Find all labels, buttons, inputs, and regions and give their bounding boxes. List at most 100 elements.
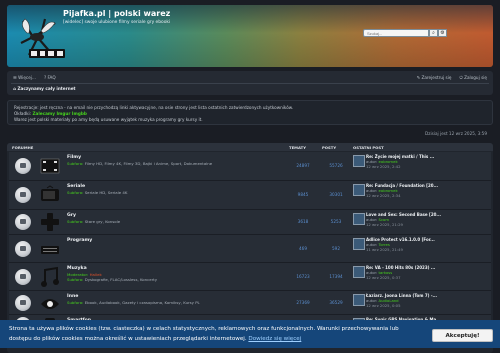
nav-more[interactable]: ☰ Więcej... xyxy=(13,75,36,80)
topics-count: 24897 xyxy=(296,163,310,168)
forum-read-icon xyxy=(15,295,31,311)
col-forum: FORUMHE xyxy=(12,145,34,150)
register-link[interactable]: ✎ Zarejestruj się xyxy=(417,75,452,80)
posts-count: 5253 xyxy=(330,219,342,224)
topics-count: 27369 xyxy=(296,300,310,305)
cookie-accept-button[interactable]: Akceptuję! xyxy=(432,329,493,342)
misc-icon xyxy=(41,299,59,309)
avatar[interactable] xyxy=(353,155,365,167)
forum-title-link[interactable]: Programy xyxy=(67,238,92,243)
forum-read-icon xyxy=(15,269,31,285)
notice-highlight-link[interactable]: Zalecamy Imgur Imgbb xyxy=(32,111,86,116)
breadcrumb[interactable]: ⌂ Zaczynamy cały internet xyxy=(13,86,76,91)
last-post: Adlice Protect v16.1.0.0 [For... autor: T… xyxy=(353,237,489,261)
forum-subforums: Subfora: Seriale HD, Seriale 4K xyxy=(67,190,127,195)
navbar: ☰ Więcej... ? FAQ ✎ Zarejestruj się ⏻ Za… xyxy=(7,71,493,95)
posts-count: 17394 xyxy=(329,274,343,279)
last-post-date: 12 wrz 2025, 0:05 xyxy=(366,303,401,308)
subforum-links[interactable]: Filmy HD, Filmy 4K, Filmy 3D, Bajki i An… xyxy=(85,161,212,166)
forum-row: Gry Subfora: Stare gry, Konsole 3618 5253 Lo… xyxy=(9,210,491,235)
search-box: ⌕ ⚙ xyxy=(363,29,487,38)
avatar[interactable] xyxy=(353,184,365,196)
subforums-label: Subfora: xyxy=(67,190,84,195)
search-button[interactable]: ⌕ xyxy=(429,29,438,37)
forum-row: Inne Subfora: Ebook, Audiobook, Gazety i … xyxy=(9,291,491,315)
forum-subforums: Subfora: Dyskografie, FLAC/Lossless, Kon… xyxy=(67,277,157,282)
last-post: Re: Życie mojej matki / This ... autor: e… xyxy=(353,154,489,179)
cookie-learn-more-link[interactable]: Dowiedz się więcej xyxy=(248,336,301,342)
last-post: Re: VA - 100 Hits 80s (2023) ... autor: t… xyxy=(353,265,489,289)
site-header: Pijafka.pl | polski warez [widelec] swoj… xyxy=(7,5,493,67)
avatar[interactable] xyxy=(353,266,365,278)
avatar[interactable] xyxy=(353,294,365,306)
cookie-message: Strona ta używa plików cookies (tzw. cia… xyxy=(9,326,399,342)
question-icon: ? xyxy=(43,75,47,80)
forum-title-link[interactable]: Muzyka xyxy=(67,266,87,271)
topics-count: 16723 xyxy=(296,274,310,279)
last-post: Łaziarz. Joona Linna (Tom 7) -... autor: … xyxy=(353,293,489,313)
nav-divider xyxy=(11,83,489,84)
forum-title-link[interactable]: Inne xyxy=(67,294,78,299)
advanced-search-button[interactable]: ⚙ xyxy=(438,29,447,37)
nav-faq-label: FAQ xyxy=(47,75,56,80)
forum-subforums: Subfora: Filmy HD, Filmy 4K, Filmy 3D, B… xyxy=(67,161,212,166)
subforums-label: Subfora: xyxy=(67,277,84,282)
notice-prefix: Okładki: xyxy=(14,111,32,116)
subforum-links[interactable]: Ebook, Audiobook, Gazety i czasopisma, K… xyxy=(85,300,200,305)
last-post-date: 12 wrz 2025, 2:34 xyxy=(366,193,401,198)
forum-title-link[interactable]: Seriale xyxy=(67,184,85,189)
last-post: Love and Sex: Second Base [20... autor: S… xyxy=(353,212,489,233)
forum-row: Muzyka Moderator: Hallek Subfora: Dyskogra… xyxy=(9,263,491,291)
subforums-label: Subfora: xyxy=(67,300,84,305)
last-post-date: 12 wrz 2025, 2:42 xyxy=(366,164,401,169)
forum-list-header: FORUMHE TEMATY POSTY OSTATNI POST xyxy=(7,143,493,151)
posts-count: 30301 xyxy=(329,192,343,197)
site-description: [widelec] swoje ulubione filmy seriale g… xyxy=(63,20,171,25)
col-topics: TEMATY xyxy=(289,145,306,150)
nav-faq[interactable]: ? FAQ xyxy=(44,75,56,80)
forum-title-link[interactable]: Gry xyxy=(67,213,76,218)
avatar[interactable] xyxy=(353,238,365,250)
subforums-label: Subfora: xyxy=(67,219,84,224)
subforum-links[interactable]: Seriale HD, Seriale 4K xyxy=(85,190,128,195)
site-title[interactable]: Pijafka.pl | polski warez xyxy=(63,9,170,18)
gamepad-icon xyxy=(41,213,59,231)
forum-row: Seriale Subfora: Seriale HD, Seriale 4K 98… xyxy=(9,181,491,210)
home-icon: ⌂ xyxy=(13,86,16,91)
login-label: Zaloguj się xyxy=(464,75,487,80)
forum-subforums: Subfora: Ebook, Audiobook, Gazety i czas… xyxy=(67,300,200,305)
posts-count: 592 xyxy=(332,246,340,251)
breadcrumb-label: Zaczynamy cały internet xyxy=(17,86,76,91)
forum-read-icon xyxy=(15,187,31,203)
forum-title-link[interactable]: Filmy xyxy=(67,155,81,160)
avatar[interactable] xyxy=(353,213,365,225)
forum-read-icon xyxy=(15,158,31,174)
last-post-date: 12 wrz 2025, 21:29 xyxy=(366,222,403,227)
keyboard-icon xyxy=(41,246,59,254)
forum-read-icon xyxy=(15,241,31,257)
gear-icon: ⚙ xyxy=(440,30,445,36)
subforum-links[interactable]: Stare gry, Konsole xyxy=(85,219,120,224)
film-icon xyxy=(40,158,60,174)
forum-read-icon xyxy=(15,214,31,230)
power-icon: ⏻ xyxy=(459,75,463,80)
forum-row: Programy 469 592 Adlice Protect v16.1.0.0 [… xyxy=(9,235,491,263)
music-icon xyxy=(41,266,59,287)
topics-count: 469 xyxy=(299,246,307,251)
posts-count: 55726 xyxy=(329,163,343,168)
search-icon: ⌕ xyxy=(432,30,435,36)
register-label: Zarejestruj się xyxy=(421,75,452,80)
mosquito-logo-icon[interactable] xyxy=(15,13,67,61)
subforum-links[interactable]: Dyskografie, FLAC/Lossless, Koncerty xyxy=(85,277,157,282)
notice-line-3: Warez jest polski materiały po amy będą … xyxy=(14,117,203,122)
search-input[interactable] xyxy=(363,29,429,37)
last-post-date: 12 wrz 2025, 0:37 xyxy=(366,275,401,280)
last-post: Re: Fundacja / Foundation [20... autor: e… xyxy=(353,183,489,208)
col-posts: POSTY xyxy=(322,145,337,150)
nav-more-label: Więcej... xyxy=(18,75,36,80)
cookie-text: Strona ta używa plików cookies (tzw. cia… xyxy=(9,324,399,344)
col-last-post: OSTATNI POST xyxy=(353,145,384,150)
topics-count: 3618 xyxy=(297,219,309,224)
announcement-box: Rejestracje: jest ręczna - na email nie … xyxy=(7,100,493,125)
login-link[interactable]: ⏻ Zaloguj się xyxy=(459,75,487,80)
